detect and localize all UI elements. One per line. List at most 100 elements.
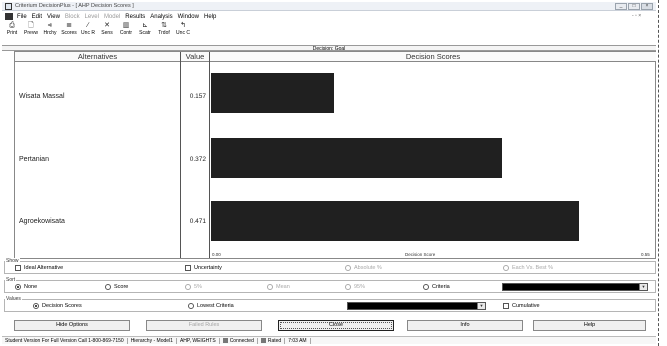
tradeoff-button[interactable]: ⇅ Trdof (155, 22, 173, 36)
tool-label: Scores (61, 30, 77, 36)
tool-label: Scatr (139, 30, 151, 36)
status-rated-label: Rated (267, 337, 282, 344)
radio[interactable] (188, 303, 194, 309)
menu-analysis[interactable]: Analysis (150, 14, 172, 20)
toolbar: ⎙ Print 🗋 Prevw ⪡ Hrchy ≣ Scores ∕ Unc R… (2, 22, 656, 39)
radio[interactable] (185, 284, 191, 290)
sensitivity-button[interactable]: ✕ Sens (98, 22, 116, 36)
values-group-title: Values (5, 296, 22, 302)
show-options-group: Show Ideal Alternative Uncertainty Absol… (4, 258, 656, 274)
alternative-value: 0.471 (189, 218, 206, 225)
window-title: Criterium DecisionPlus - [ AHP Decision … (15, 3, 134, 9)
radio[interactable] (345, 265, 351, 271)
radio-label: None (24, 284, 38, 290)
menu-file[interactable]: File (17, 14, 27, 20)
app-icon (5, 2, 12, 10)
column-header-value[interactable]: Value (181, 52, 209, 62)
values-criteria-select[interactable]: ▼ (347, 302, 486, 310)
status-method: AHP, WEIGHTS (177, 337, 220, 344)
menu-model[interactable]: Model (104, 14, 120, 20)
scatter-button[interactable]: ⊾ Scatr (136, 22, 154, 36)
radio[interactable] (105, 284, 111, 290)
tradeoff-icon: ⇅ (161, 22, 167, 29)
radio[interactable] (503, 265, 509, 271)
menu-view[interactable]: View (47, 14, 60, 20)
contribution-button[interactable]: ▥ Contr (117, 22, 135, 36)
radio-label: Score (114, 284, 129, 290)
status-bar: Student Version For Full Version Call 1-… (2, 336, 656, 344)
contribution-icon: ▥ (122, 22, 130, 29)
sort-none-radio[interactable]: None (15, 284, 37, 290)
cumulative-checkbox[interactable]: Cumulative (503, 303, 540, 309)
radio-label: Criteria (432, 284, 450, 290)
mdi-window-controls[interactable]: - ▫ × (632, 13, 641, 19)
menu-block[interactable]: Block (65, 14, 80, 20)
application-window: Criterium DecisionPlus - [ AHP Decision … (2, 2, 656, 344)
axis-title: Decision Score (405, 252, 436, 257)
uncertainty-c-button[interactable]: ↰ Unc C (174, 22, 192, 36)
checkbox[interactable] (503, 303, 509, 309)
sort-5-percent-radio[interactable]: 5% (185, 284, 202, 290)
scores-button[interactable]: ≣ Scores (60, 22, 78, 36)
maximize-button[interactable]: □ (628, 3, 640, 10)
uncertainty-checkbox[interactable]: Uncertainty (185, 265, 222, 271)
menu-window[interactable]: Window (178, 14, 199, 20)
menu-edit[interactable]: Edit (32, 14, 42, 20)
radio[interactable] (345, 284, 351, 290)
sensitivity-icon: ✕ (104, 22, 110, 29)
chevron-down-icon[interactable]: ▼ (639, 284, 647, 290)
minimize-button[interactable]: _ (615, 3, 627, 10)
checkbox[interactable] (15, 265, 21, 271)
alternative-name[interactable]: Agroekowisata (19, 218, 65, 225)
sort-group-title: Sort (5, 277, 17, 283)
radio[interactable] (33, 303, 39, 309)
tool-label: Sens (101, 30, 113, 36)
menu-help[interactable]: Help (204, 14, 216, 20)
radio[interactable] (15, 284, 21, 290)
values-options-group: Values Decision Scores Lowest Criteria ▼… (4, 296, 656, 312)
hierarchy-button[interactable]: ⪡ Hrchy (41, 22, 59, 36)
column-header-alternatives[interactable]: Alternatives (15, 52, 180, 62)
uncertainty-r-button[interactable]: ∕ Unc R (79, 22, 97, 36)
help-button[interactable]: Help (533, 320, 646, 331)
ideal-alternative-checkbox[interactable]: Ideal Alternative (15, 265, 63, 271)
decision-scores-radio[interactable]: Decision Scores (33, 303, 82, 309)
decision-scores-table: Alternatives Value Decision Scores Wisat… (14, 51, 656, 259)
chevron-down-icon[interactable]: ▼ (477, 303, 485, 309)
alternative-name[interactable]: Pertanian (19, 156, 49, 163)
checkbox[interactable] (185, 265, 191, 271)
status-connected-label: Connected (229, 337, 254, 344)
failed-rules-button[interactable]: Failed Rules (146, 320, 262, 331)
hide-options-button[interactable]: Hide Options (14, 320, 130, 331)
sort-95-percent-radio[interactable]: 95% (345, 284, 365, 290)
sort-criteria-radio[interactable]: Criteria (423, 284, 450, 290)
preview-icon: 🗋 (28, 22, 34, 29)
printer-icon: ⎙ (9, 22, 15, 29)
preview-button[interactable]: 🗋 Prevw (22, 22, 40, 36)
close-button[interactable]: Close (278, 320, 394, 331)
lowest-criteria-radio[interactable]: Lowest Criteria (188, 303, 234, 309)
checkbox-label: Cumulative (512, 303, 540, 309)
alternative-value: 0.372 (189, 156, 206, 163)
sort-mean-radio[interactable]: Mean (267, 284, 290, 290)
window-edge (658, 0, 667, 346)
scores-icon: ≣ (66, 22, 72, 29)
print-button[interactable]: ⎙ Print (3, 22, 21, 36)
sort-score-radio[interactable]: Score (105, 284, 128, 290)
info-button[interactable]: Info (407, 320, 523, 331)
sort-criteria-select[interactable]: ▼ (502, 283, 648, 291)
menu-results[interactable]: Results (125, 14, 145, 20)
absolute-percent-radio[interactable]: Absolute % (345, 265, 382, 271)
column-divider (180, 52, 181, 258)
axis-max-label: 0.55 (641, 252, 650, 257)
menu-level[interactable]: Level (85, 14, 99, 20)
tool-label: Hrchy (43, 30, 57, 36)
close-window-button[interactable]: × (641, 3, 653, 10)
radio-label: Mean (276, 284, 290, 290)
alternative-name[interactable]: Wisata Massal (19, 93, 65, 100)
radio[interactable] (423, 284, 429, 290)
hierarchy-icon: ⪡ (48, 22, 52, 29)
column-header-scores[interactable]: Decision Scores (210, 52, 656, 62)
each-vs-best-radio[interactable]: Each Vs. Best % (503, 265, 553, 271)
radio[interactable] (267, 284, 273, 290)
